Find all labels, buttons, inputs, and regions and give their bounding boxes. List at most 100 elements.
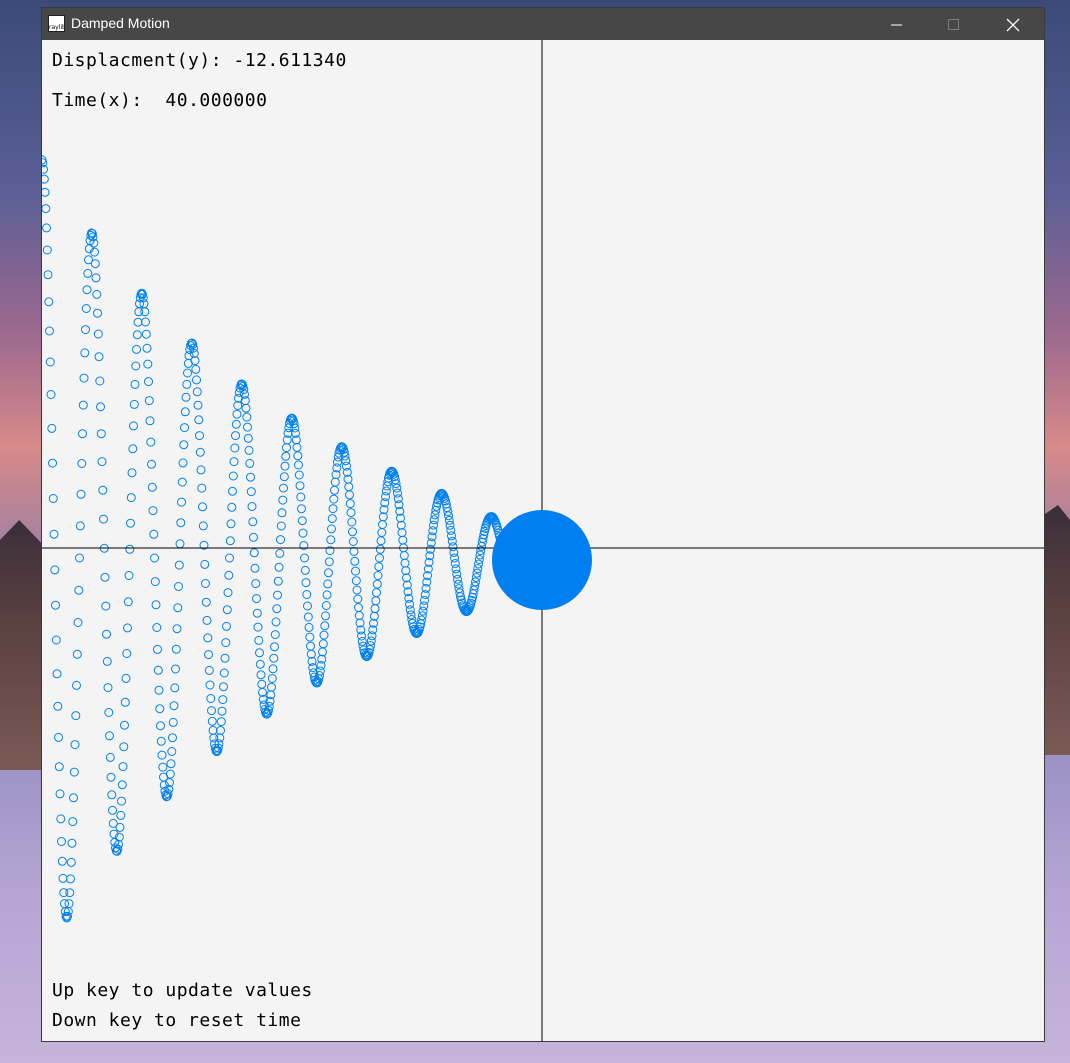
trail-point [49,529,59,539]
trail-point [46,390,56,399]
trail-point [270,630,280,640]
trail-point [222,621,231,631]
trail-point [255,659,265,669]
app-window: raylib Damped Motion Displacment(y): -12… [42,8,1044,1041]
trail-point [95,376,105,386]
trail-point [74,585,84,595]
trail-point [400,558,410,568]
trail-point [101,601,111,611]
trail-point [372,579,382,589]
trail-point [295,481,305,491]
trail-point [166,759,176,769]
trail-point [327,514,337,524]
trail-point [207,716,217,726]
maximize-button[interactable] [925,8,983,40]
trail-point [118,762,128,772]
trail-point [216,717,226,727]
trail-point [270,642,279,652]
trail-point [149,529,159,539]
trail-point [252,608,262,618]
trail-point [321,601,331,610]
trail-point [320,621,330,631]
title-bar[interactable]: raylib Damped Motion [42,8,1044,40]
trail-point [371,596,381,606]
minimize-icon [891,24,902,25]
trail-point [156,721,165,731]
trail-point [233,401,243,410]
trail-point [244,445,254,455]
trail-point [255,648,264,658]
trail-point [123,597,133,607]
trail-point [103,683,113,693]
trail-point [125,544,135,554]
trail-point [345,499,355,509]
trail-point [165,769,175,779]
trail-point [247,502,257,511]
trail-point [249,548,259,558]
trail-point [274,562,284,572]
trail-point [252,594,261,604]
trail-point [217,706,227,716]
trail-point [153,665,163,675]
trail-point [129,421,138,431]
trail-point [448,542,458,552]
trail-point [191,364,201,374]
trail-point [344,482,354,492]
trail-point [231,431,240,441]
trail-point [167,747,177,756]
simulation-canvas[interactable]: Displacment(y): -12.611340 Time(x): 40.0… [42,40,1044,1041]
trail-point [48,494,58,503]
trail-point [97,457,107,467]
trail-point [245,458,255,468]
trail-point [232,409,242,419]
trail-point [275,548,285,558]
app-icon: raylib [48,15,65,32]
trail-point [157,750,167,760]
trail-point [374,562,384,572]
trail-point [192,375,201,385]
trail-point [168,733,177,743]
trail-point [192,387,202,397]
trail-point [278,495,288,505]
trail-point [306,641,315,651]
trail-point [324,557,334,567]
close-icon [1006,18,1020,31]
trail-point [92,289,102,299]
trail-point [169,701,179,711]
trail-point [296,492,306,502]
trail-point [242,412,252,422]
trail-point [346,508,356,518]
trail-point [171,664,180,674]
trail-point [42,223,51,233]
minimize-button[interactable] [868,8,926,40]
displacement-readout: Displacment(y): -12.611340 [52,50,347,71]
trail-point [133,317,143,327]
trail-point [81,325,90,335]
trail-point [399,551,409,560]
trail-point [55,789,65,799]
trail-point [172,624,182,634]
close-button[interactable] [984,8,1042,40]
trail-point [276,535,285,545]
trail-point [140,307,150,317]
trail-point [94,352,104,362]
trail-point [370,604,380,614]
trail-point [230,443,240,453]
trail-point [294,470,304,480]
trail-point [171,644,181,654]
time-value: 40.000000 [165,90,268,111]
trail-point [54,762,64,772]
trail-point [348,527,357,537]
trail-point [223,588,233,598]
trail-point [65,888,75,898]
trail-point [200,559,210,569]
trail-point [205,680,215,690]
trail-point [54,732,63,742]
trail-point [98,485,108,495]
trail-point [78,429,87,439]
trail-point [243,433,253,443]
trail-point [56,814,66,824]
trail-point [66,874,75,884]
trail-point [151,600,161,610]
trail-point [80,348,90,358]
